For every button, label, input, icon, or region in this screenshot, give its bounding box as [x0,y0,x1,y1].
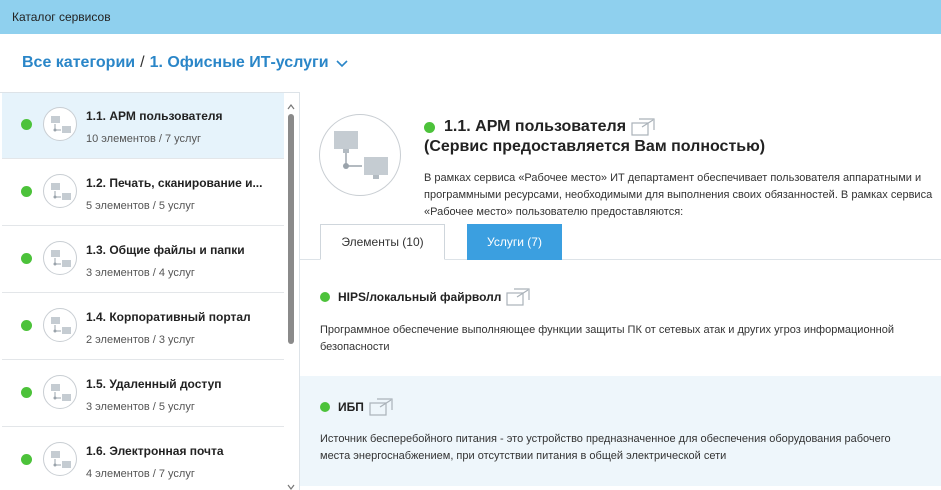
status-dot [21,186,32,197]
list-item[interactable]: HIPS/локальный файрволл Программное обес… [300,272,941,372]
network-computers-icon [43,375,77,409]
service-list-sidebar: 1.1. АРМ пользователя 10 элементов / 7 у… [0,92,300,490]
sidebar-item-label: 1.5. Удаленный доступ [86,377,222,391]
card-description: Источник бесперебойного питания - это ус… [320,433,891,462]
sidebar-item-shared-files[interactable]: 1.3. Общие файлы и папки 3 элементов / 4… [2,227,284,293]
open-external-icon[interactable] [369,398,393,416]
sidebar-item-remote-access[interactable]: 1.5. Удаленный доступ 3 элементов / 5 ус… [2,361,284,427]
service-subtitle: (Сервис предоставляется Вам полностью) [424,138,766,155]
sidebar-item-meta: 3 элементов / 5 услуг [86,401,195,413]
status-dot [424,121,435,133]
service-description: В рамках сервиса «Рабочее место» ИТ депа… [424,172,933,218]
sidebar-item-meta: 5 элементов / 5 услуг [86,200,195,212]
sidebar-item-meta: 3 элементов / 4 услуг [86,267,195,279]
breadcrumb-root-link[interactable]: Все категории [22,54,135,72]
sidebar-item-email[interactable]: 1.6. Электронная почта 4 элементов / 7 у… [2,428,284,490]
chevron-down-icon[interactable] [335,56,349,70]
network-computers-icon [43,174,77,208]
status-dot [21,253,32,264]
breadcrumb: Все категории / 1. Офисные ИТ-услуги [22,54,349,72]
network-computers-icon [43,308,77,342]
network-computers-icon [43,442,77,476]
card-title: ИБП [320,398,393,416]
sidebar-item-meta: 10 элементов / 7 услуг [86,133,201,145]
sidebar-item-portal[interactable]: 1.4. Корпоративный портал 2 элементов / … [2,294,284,360]
card-title: HIPS/локальный файрволл [320,288,531,306]
status-dot [21,320,32,331]
scroll-down-icon[interactable] [287,478,295,490]
sidebar-item-label: 1.4. Корпоративный портал [86,310,251,324]
service-title-text: 1.1. АРМ пользователя [444,118,627,135]
network-computers-icon [319,114,401,196]
breadcrumb-current[interactable]: 1. Офисные ИТ-услуги [150,54,329,72]
network-computers-icon [43,241,77,275]
scroll-up-icon[interactable] [287,98,295,110]
sidebar-item-label: 1.2. Печать, сканирование и... [86,176,263,190]
card-title-text: HIPS/локальный файрволл [338,290,502,304]
open-external-icon[interactable] [631,118,655,136]
sidebar-item-arm[interactable]: 1.1. АРМ пользователя 10 элементов / 7 у… [2,93,284,159]
sidebar-item-label: 1.3. Общие файлы и папки [86,243,245,257]
sidebar-item-label: 1.1. АРМ пользователя [86,109,223,123]
sidebar-item-meta: 2 элементов / 3 услуг [86,334,195,346]
status-dot [21,454,32,465]
list-item[interactable]: ИБП Источник бесперебойного питания - эт… [300,376,941,486]
sidebar-item-label: 1.6. Электронная почта [86,444,224,458]
sidebar-scrollbar[interactable] [285,96,297,490]
tab-services[interactable]: Услуги (7) [467,224,562,260]
open-external-icon[interactable] [506,288,531,306]
status-dot [21,119,32,130]
network-computers-icon [43,107,77,141]
card-title-text: ИБП [338,400,364,414]
status-dot [320,292,330,302]
header-bar: Каталог сервисов [0,0,941,34]
card-description: Программное обеспечение выполняющее функ… [320,324,894,353]
scrollbar-thumb[interactable] [288,114,294,344]
sidebar-item-meta: 4 элементов / 7 услуг [86,468,195,480]
status-dot [320,402,330,412]
sidebar-item-print[interactable]: 1.2. Печать, сканирование и... 5 элемент… [2,160,284,226]
page-header-title: Каталог сервисов [12,10,111,24]
service-title: 1.1. АРМ пользователя [424,118,655,136]
status-dot [21,387,32,398]
breadcrumb-separator: / [140,54,145,71]
tab-elements[interactable]: Элементы (10) [320,224,445,260]
